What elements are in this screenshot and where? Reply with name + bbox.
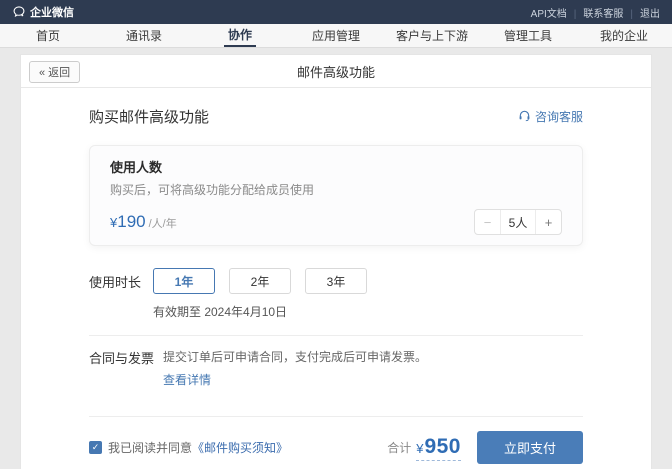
user-count-stepper: − 5人 + [474,209,562,235]
consult-label: 咨询客服 [535,108,583,125]
topbar-link[interactable]: 退出 [623,5,660,20]
total-label: 合计 [387,439,411,456]
card-subtitle: 购买后，可将高级功能分配给成员使用 [110,181,562,198]
total-price: ¥950 [416,435,461,461]
back-button[interactable]: « 返回 [29,61,80,83]
purchase-notice-link[interactable]: 《邮件购买须知》 [192,439,288,456]
user-count-card: 使用人数 购买后，可将高级功能分配给成员使用 ¥190 /人/年 − 5人 + [89,145,583,246]
card-price-row: ¥190 /人/年 − 5人 + [110,209,562,235]
contract-label: 合同与发票 [89,348,163,389]
panel-body: 购买邮件高级功能 咨询客服 使用人数 购买后，可将高级功能分配给成员使用 ¥19… [21,88,651,469]
nav-tab[interactable]: 我的企业 [576,24,672,47]
increment-button[interactable]: + [536,210,561,234]
checkout-bar: 我已阅读并同意 《邮件购买须知》 合计 ¥950 立即支付 [89,417,583,469]
main-nav: 首页通讯录协作应用管理客户与上下游管理工具我的企业 [0,24,672,48]
topbar-link[interactable]: 联系客服 [567,5,624,20]
nav-tab[interactable]: 协作 [192,24,288,47]
contract-row: 合同与发票 提交订单后可申请合同，支付完成后可申请发票。 查看详情 [89,336,583,401]
heading-row: 购买邮件高级功能 咨询客服 [89,106,583,127]
topbar-link[interactable]: API文档 [531,5,567,20]
section-heading: 购买邮件高级功能 [89,106,209,127]
consult-link[interactable]: 咨询客服 [518,108,583,125]
agree-checkbox[interactable] [89,441,102,454]
topbar: 企业微信 API文档联系客服退出 [0,0,672,24]
page: « 返回 邮件高级功能 购买邮件高级功能 咨询客服 使用人数 购买后，可将高级功… [0,48,672,469]
price-unit: /人/年 [149,215,177,231]
wecom-logo-icon [12,5,26,19]
contract-body: 提交订单后可申请合同，支付完成后可申请发票。 查看详情 [163,348,427,389]
user-count-value[interactable]: 5人 [500,210,536,234]
nav-tab[interactable]: 管理工具 [480,24,576,47]
contract-text: 提交订单后可申请合同，支付完成后可申请发票。 [163,348,427,365]
duration-row: 使用时长 1年 2年 3年 [89,268,583,294]
currency-symbol: ¥ [110,215,117,230]
decrement-button[interactable]: − [475,210,500,234]
nav-tab[interactable]: 客户与上下游 [384,24,480,47]
unit-price: ¥190 /人/年 [110,212,177,232]
view-details-link[interactable]: 查看详情 [163,371,211,388]
price-amount: 190 [117,212,145,232]
panel-header: « 返回 邮件高级功能 [21,55,651,88]
nav-tab[interactable]: 首页 [0,24,96,47]
panel: « 返回 邮件高级功能 购买邮件高级功能 咨询客服 使用人数 购买后，可将高级功… [20,54,652,469]
page-title: 邮件高级功能 [297,62,375,81]
agree-text: 我已阅读并同意 [108,439,192,456]
headset-icon [518,109,531,125]
duration-option[interactable]: 3年 [305,268,367,294]
total-amount: 950 [424,435,461,459]
duration-options: 1年 2年 3年 [153,268,367,294]
brand-name: 企业微信 [30,4,74,20]
duration-label: 使用时长 [89,272,153,291]
topbar-links: API文档联系客服退出 [531,5,660,20]
total-currency: ¥ [416,441,423,456]
pay-group: 合计 ¥950 立即支付 [387,431,583,464]
card-title: 使用人数 [110,157,562,176]
expiry-date: 有效期至 2024年4月10日 [153,303,583,320]
duration-option[interactable]: 2年 [229,268,291,294]
pay-button[interactable]: 立即支付 [477,431,583,464]
brand[interactable]: 企业微信 [12,4,74,20]
duration-option[interactable]: 1年 [153,268,215,294]
nav-tab[interactable]: 通讯录 [96,24,192,47]
nav-tab[interactable]: 应用管理 [288,24,384,47]
agreement-row: 我已阅读并同意 《邮件购买须知》 [89,439,288,456]
